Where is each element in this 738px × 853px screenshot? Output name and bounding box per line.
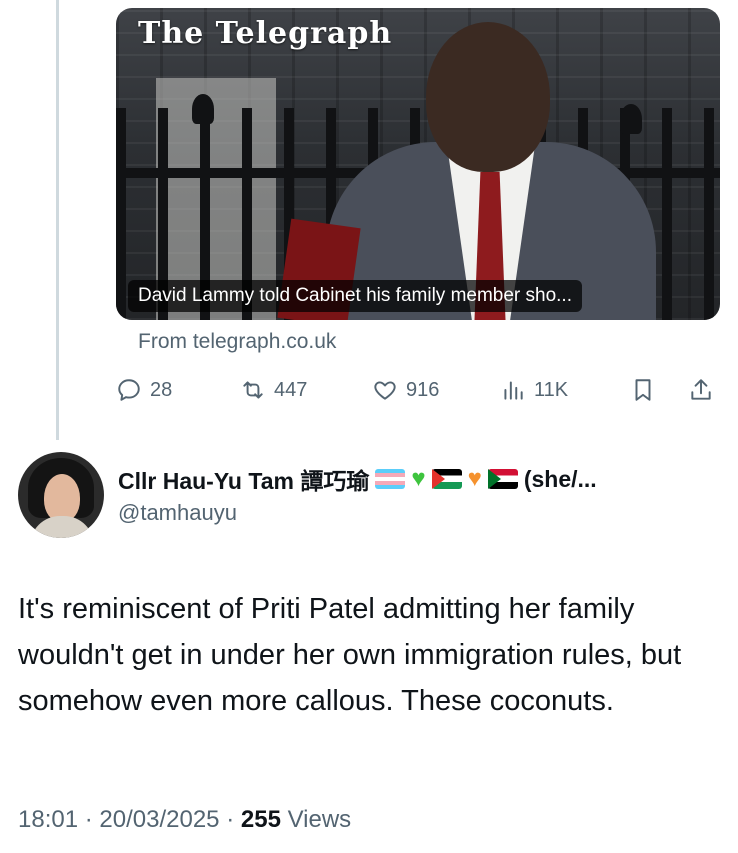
share-icon	[691, 379, 711, 400]
meta-separator: ·	[84, 806, 100, 833]
reply-count: 28	[150, 378, 173, 401]
view-count: 11K	[534, 378, 569, 401]
bookmark-button[interactable]	[630, 370, 656, 410]
repost-button[interactable]: 447	[240, 370, 307, 410]
tweet-body-text: It's reminiscent of Priti Patel admittin…	[18, 593, 682, 717]
tweet-time[interactable]: 18:01	[18, 806, 78, 833]
analytics-icon	[504, 381, 523, 400]
palestine-flag-icon	[431, 469, 462, 489]
bookmark-icon	[635, 379, 651, 401]
card-image-person	[326, 22, 656, 320]
tweet-meta: 18:01 · 20/03/2025 · 255 Views	[18, 806, 351, 834]
share-button[interactable]	[688, 370, 714, 410]
card-masthead: The Telegraph	[138, 16, 393, 51]
tweet-date[interactable]: 20/03/2025	[99, 806, 219, 833]
tweet-views-count: 255	[240, 806, 281, 833]
reply-icon	[118, 379, 140, 401]
green-heart-icon: ♥	[411, 465, 426, 492]
author-name-suffix: (she/...	[523, 465, 597, 492]
reply-button[interactable]: 28	[116, 370, 172, 410]
like-count: 916	[406, 378, 440, 401]
card-source-domain[interactable]: From telegraph.co.uk	[138, 330, 336, 354]
author-handle[interactable]: @tamhauyu	[118, 500, 237, 526]
sudan-flag-icon	[487, 469, 518, 489]
repost-count: 447	[274, 378, 308, 401]
author-display-name[interactable]: Cllr Hau-Yu Tam 譚巧瑜 ♥ ♥ (she/...	[118, 462, 597, 496]
link-preview-card[interactable]: The Telegraph David Lammy told Cabinet h…	[116, 8, 720, 320]
thread-connector-line	[56, 0, 59, 440]
like-button[interactable]: 916	[372, 370, 439, 410]
views-button[interactable]: 11K	[500, 370, 568, 410]
card-headline[interactable]: David Lammy told Cabinet his family memb…	[128, 280, 582, 312]
tweet-action-bar: 28 447 916 11K	[116, 370, 720, 410]
tweet-views-label: Views	[287, 806, 352, 833]
repost-icon	[243, 381, 263, 399]
transgender-flag-icon	[375, 469, 406, 489]
avatar[interactable]	[18, 452, 104, 538]
orange-heart-icon: ♥	[467, 465, 482, 492]
meta-separator: ·	[226, 806, 241, 833]
heart-icon	[374, 381, 396, 400]
author-name-text: Cllr Hau-Yu Tam 譚巧瑜	[118, 468, 370, 494]
card-image-finial	[192, 94, 214, 124]
